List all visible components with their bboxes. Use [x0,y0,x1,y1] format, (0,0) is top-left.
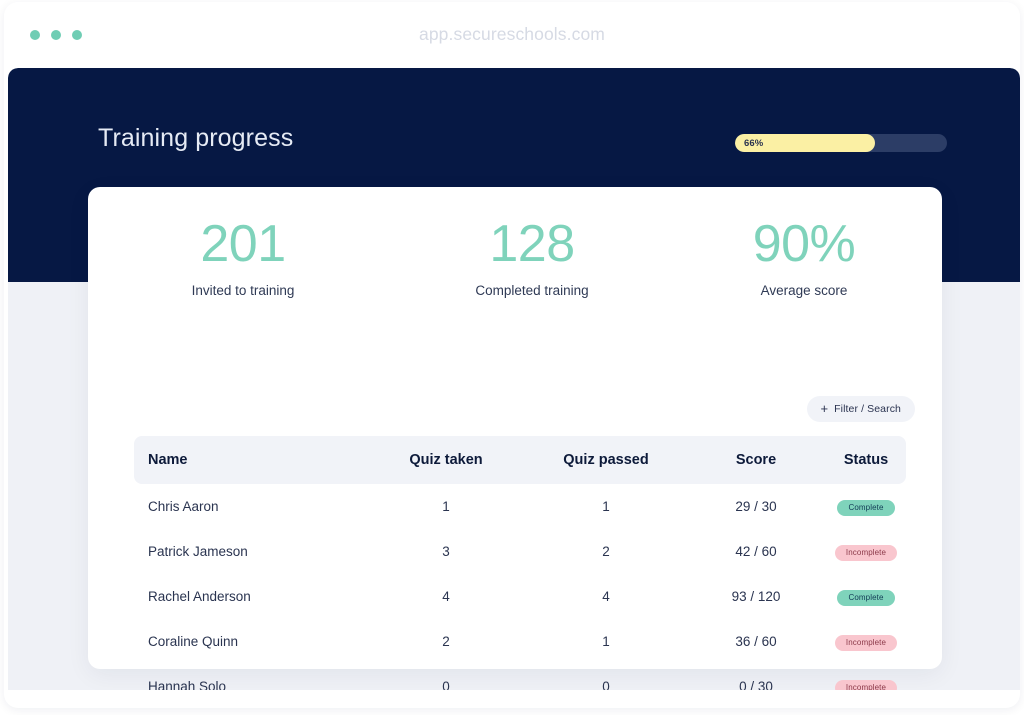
browser-chrome-bar: app.secureschools.com [4,2,1020,68]
cell-quiz-taken: 1 [442,499,450,514]
cell-status: Incomplete [826,632,906,651]
cell-quiz-passed: 0 [602,679,610,690]
training-progress-bar: 66% [735,134,947,152]
stats-row: 201 Invited to training 128 Completed tr… [88,215,942,298]
status-badge: Complete [837,590,895,606]
status-badge: Incomplete [834,635,898,651]
table-row[interactable]: Rachel Anderson 4 4 93 / 120 Complete [134,574,906,619]
cell-score: 42 / 60 [735,544,777,559]
cell-name: Hannah Solo [148,679,227,690]
table-header-row: Name Quiz taken Quiz passed Score Status [134,436,906,484]
cell-score: 29 / 30 [735,499,777,514]
app-viewport: Training progress 66% 201 Invited to tra… [8,68,1020,690]
trainees-table: Name Quiz taken Quiz passed Score Status… [134,436,906,690]
filter-search-label: Filter / Search [834,403,901,415]
cell-status: Complete [826,587,906,606]
column-header-status[interactable]: Status [826,452,906,468]
cell-score: 93 / 120 [731,589,781,604]
status-badge: Complete [837,500,895,516]
cell-status: Incomplete [826,677,906,690]
column-header-score[interactable]: Score [686,452,826,468]
training-summary-card: 201 Invited to training 128 Completed tr… [88,187,942,690]
cell-quiz-taken: 4 [442,589,450,604]
address-bar-url[interactable]: app.secureschools.com [4,24,1020,45]
table-row[interactable]: Patrick Jameson 3 2 42 / 60 Incomplete [134,529,906,574]
cell-quiz-passed: 1 [602,634,610,649]
cell-score: 36 / 60 [735,634,777,649]
stat-average-score: 90% Average score [666,215,942,298]
status-badge: Incomplete [834,680,898,690]
progress-bar-fill: 66% [735,134,875,152]
cell-quiz-passed: 2 [602,544,610,559]
stat-invited-to-training: 201 Invited to training [88,215,398,298]
progress-bar-label: 66% [744,137,764,149]
cell-status: Incomplete [826,542,906,561]
stat-value: 128 [489,215,575,273]
column-header-name[interactable]: Name [134,452,366,468]
cell-name: Coraline Quinn [148,634,239,649]
cell-quiz-passed: 4 [602,589,610,604]
table-row[interactable]: Chris Aaron 1 1 29 / 30 Complete [134,484,906,529]
page-title: Training progress [98,124,294,152]
cell-name: Chris Aaron [148,499,219,514]
browser-window: app.secureschools.com Training progress … [4,2,1020,708]
stat-value: 90% [752,215,856,273]
cell-quiz-taken: 2 [442,634,450,649]
status-badge: Incomplete [834,545,898,561]
stat-value: 201 [200,215,286,273]
table-body: Chris Aaron 1 1 29 / 30 Complete Patrick Jame… [134,484,906,690]
cell-quiz-taken: 3 [442,544,450,559]
column-header-quiz-passed[interactable]: Quiz passed [526,452,686,468]
cell-quiz-passed: 1 [602,499,610,514]
cell-quiz-taken: 0 [442,679,450,690]
filter-search-button[interactable]: + Filter / Search [806,396,915,422]
cell-name: Patrick Jameson [148,544,248,559]
plus-icon: + [820,401,829,416]
cell-status: Complete [826,497,906,516]
stat-label: Completed training [475,283,589,299]
stat-completed-training: 128 Completed training [398,215,666,298]
column-header-quiz-taken[interactable]: Quiz taken [366,452,526,468]
cell-name: Rachel Anderson [148,589,251,604]
stat-label: Invited to training [191,283,295,299]
table-row[interactable]: Hannah Solo 0 0 0 / 30 Incomplete [134,664,906,690]
stat-label: Average score [760,283,848,299]
table-row[interactable]: Coraline Quinn 2 1 36 / 60 Incomplete [134,619,906,664]
cell-score: 0 / 30 [739,679,773,690]
